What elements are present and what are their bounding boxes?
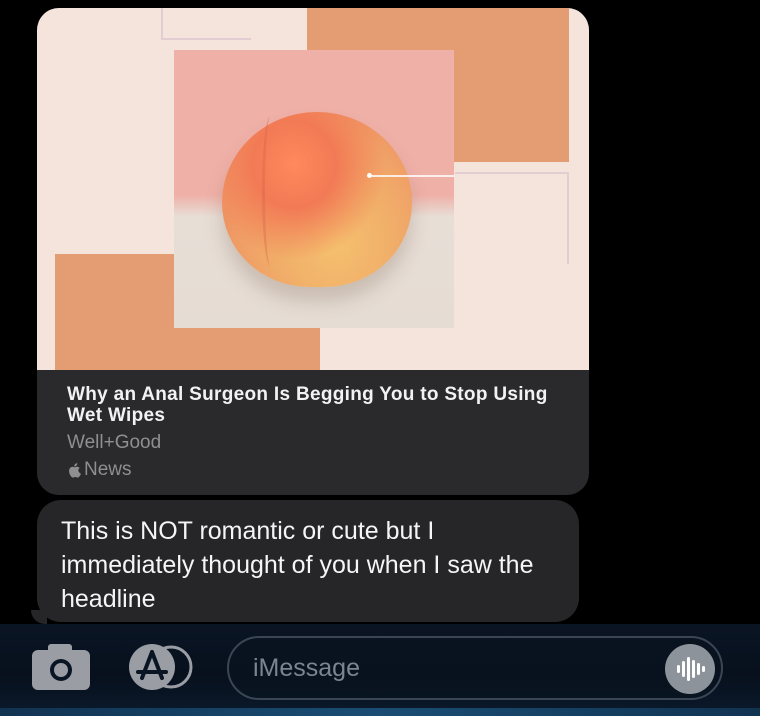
camera-button[interactable]: [32, 644, 90, 690]
audio-message-button[interactable]: [665, 644, 715, 694]
apple-icon: [69, 463, 81, 478]
pointer-line: [372, 175, 454, 177]
link-preview-title: Why an Anal Surgeon Is Begging You to St…: [67, 384, 548, 426]
decor-line-right: [455, 172, 569, 264]
peach-image: [222, 112, 412, 287]
link-preview-source: Well+Good: [67, 432, 162, 453]
link-preview-text: Why an Anal Surgeon Is Begging You to St…: [67, 384, 567, 481]
message-text: This is NOT romantic or cute but I immed…: [61, 517, 534, 613]
app-store-icon: [129, 644, 193, 690]
camera-icon: [32, 644, 90, 690]
link-preview-image: [37, 8, 589, 370]
message-bubble[interactable]: This is NOT romantic or cute but I immed…: [37, 500, 579, 622]
message-input[interactable]: iMessage: [227, 636, 723, 700]
messages-screen: { "link_preview": { "title": "Why an Ana…: [0, 0, 760, 716]
audio-waveform-icon: [677, 657, 705, 681]
link-preview-app-name: News: [84, 459, 132, 480]
peach-photo: [174, 50, 454, 328]
link-preview-app: News: [67, 459, 567, 481]
link-preview-card[interactable]: Why an Anal Surgeon Is Begging You to St…: [37, 8, 589, 495]
peach-cleft: [262, 116, 279, 266]
message-input-placeholder: iMessage: [253, 654, 360, 682]
app-store-button[interactable]: [127, 642, 193, 692]
bottom-glow: [0, 708, 760, 716]
message-input-bar: iMessage: [0, 624, 760, 716]
decor-line-top: [161, 8, 251, 40]
